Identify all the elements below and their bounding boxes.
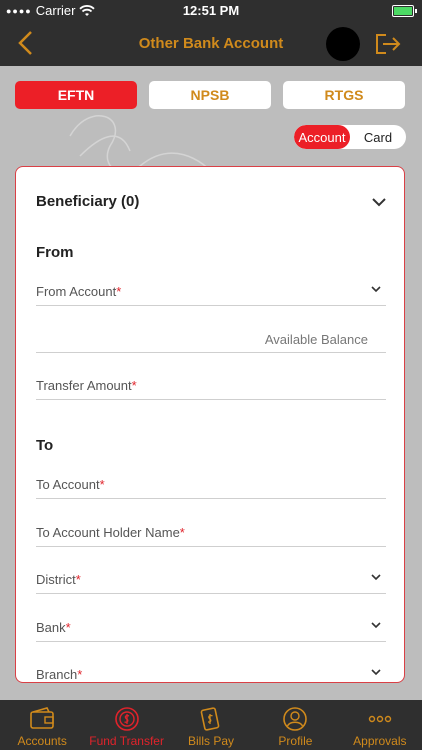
required-mark: * xyxy=(179,525,185,540)
bank-select[interactable]: Bank* xyxy=(36,615,386,642)
tab-approvals-label: Approvals xyxy=(353,734,407,748)
chevron-down-icon xyxy=(371,669,381,676)
tab-bills-pay-label: Bills Pay xyxy=(188,734,235,748)
branch-label: Branch* xyxy=(36,667,82,682)
chevron-down-icon[interactable] xyxy=(372,197,386,207)
toggle-account[interactable]: Account xyxy=(294,125,350,149)
tab-eftn[interactable]: EFTN xyxy=(15,81,137,109)
to-account-text: To Account xyxy=(36,477,100,492)
tab-fund-transfer-label: Fund Transfer xyxy=(89,734,164,748)
tab-profile[interactable]: Profile xyxy=(253,700,337,750)
to-account-holder-input[interactable]: To Account Holder Name* xyxy=(36,520,386,547)
tab-fund-transfer[interactable]: Fund Transfer xyxy=(84,700,168,750)
avatar[interactable] xyxy=(326,27,360,61)
district-select[interactable]: District* xyxy=(36,567,386,594)
required-mark: * xyxy=(116,284,122,299)
available-balance-label: Available Balance xyxy=(264,332,368,347)
transfer-amount-input[interactable]: Transfer Amount* xyxy=(36,373,386,400)
fund-transfer-icon xyxy=(114,707,139,731)
status-bar: ●●●● Carrier 12:51 PM xyxy=(0,0,422,22)
from-heading: From xyxy=(36,244,74,261)
logout-icon[interactable] xyxy=(374,32,402,56)
required-mark: * xyxy=(65,620,71,635)
required-mark: * xyxy=(77,667,83,682)
chevron-down-icon xyxy=(371,574,381,581)
chevron-down-icon xyxy=(371,286,381,293)
district-text: District xyxy=(36,572,76,587)
tab-profile-label: Profile xyxy=(278,734,313,748)
branch-text: Branch xyxy=(36,667,78,682)
tab-accounts[interactable]: Accounts xyxy=(0,700,84,750)
status-time: 12:51 PM xyxy=(182,3,240,18)
from-account-text: From Account xyxy=(36,284,117,299)
bank-label: Bank* xyxy=(36,620,71,635)
bills-pay-icon xyxy=(200,707,220,731)
to-account-label: To Account* xyxy=(36,477,105,492)
from-account-select[interactable]: From Account* xyxy=(36,279,386,306)
beneficiary-header[interactable]: Beneficiary (0) xyxy=(36,193,139,210)
required-mark: * xyxy=(131,378,137,393)
to-heading: To xyxy=(36,437,54,454)
branch-select[interactable]: Branch* xyxy=(36,662,386,682)
district-label: District* xyxy=(36,572,81,587)
tab-npsb[interactable]: NPSB xyxy=(149,81,271,109)
bank-text: Bank xyxy=(36,620,66,635)
bottom-tab-bar: Accounts Fund Transfer Bills Pay Profile… xyxy=(0,700,422,750)
to-account-input[interactable]: To Account* xyxy=(36,472,386,499)
chevron-down-icon xyxy=(371,622,381,629)
tab-approvals[interactable]: Approvals xyxy=(338,700,422,750)
more-icon xyxy=(368,715,392,723)
profile-icon xyxy=(283,707,308,731)
to-account-holder-text: To Account Holder Name xyxy=(36,525,180,540)
available-balance-field: Available Balance xyxy=(36,326,386,353)
from-account-label: From Account* xyxy=(36,284,121,299)
required-mark: * xyxy=(99,477,105,492)
wallet-icon xyxy=(30,707,55,729)
navigation-bar: Other Bank Account xyxy=(0,22,422,66)
battery-icon xyxy=(392,5,417,17)
account-card-toggle: Account Card xyxy=(294,125,406,149)
tab-rtgs[interactable]: RTGS xyxy=(283,81,405,109)
required-mark: * xyxy=(75,572,81,587)
transfer-amount-text: Transfer Amount xyxy=(36,378,132,393)
transfer-amount-label: Transfer Amount* xyxy=(36,378,137,393)
to-account-holder-label: To Account Holder Name* xyxy=(36,525,185,540)
transfer-form-card: Beneficiary (0) From From Account* Avail… xyxy=(15,166,405,683)
toggle-card[interactable]: Card xyxy=(350,125,406,149)
tab-bills-pay[interactable]: Bills Pay xyxy=(169,700,253,750)
main-content: EFTN NPSB RTGS Account Card Beneficiary … xyxy=(0,66,422,700)
tab-accounts-label: Accounts xyxy=(17,734,67,748)
